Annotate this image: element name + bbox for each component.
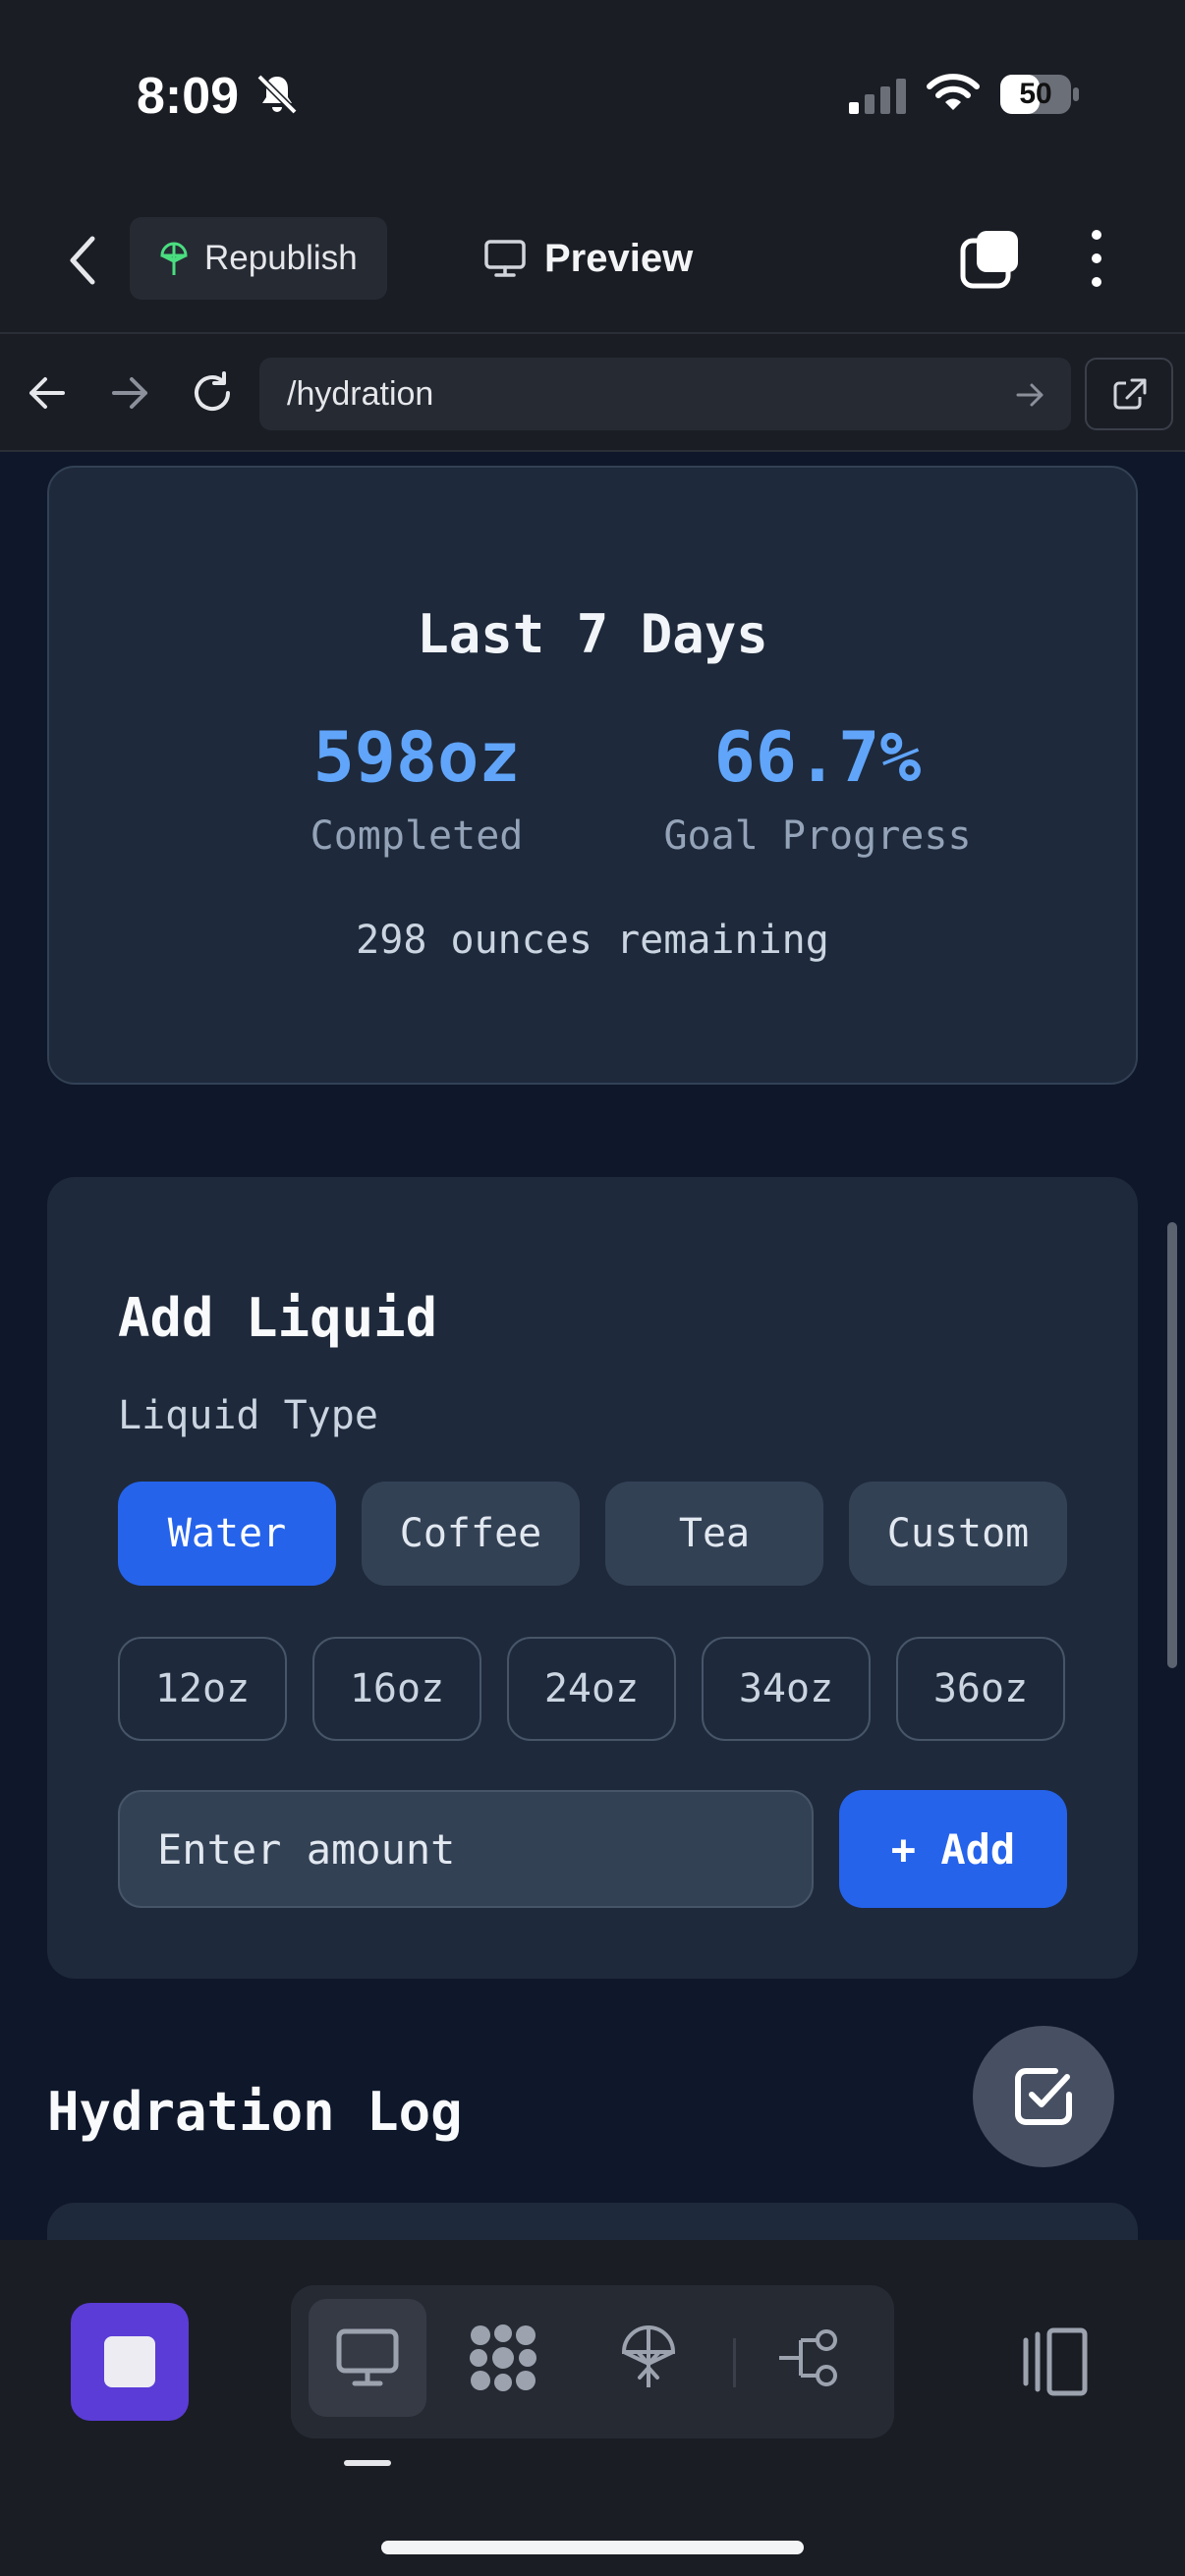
goal-progress-label: Goal Progress (663, 813, 972, 859)
size-34oz-button[interactable]: 34oz (702, 1637, 871, 1741)
back-arrow-icon[interactable] (20, 364, 75, 422)
stop-button[interactable] (71, 2303, 189, 2421)
status-time: 8:09 (137, 68, 240, 125)
monitor-icon (336, 2328, 399, 2386)
hydration-log-title: Hydration Log (47, 2081, 463, 2143)
republish-button[interactable]: Republish (130, 217, 387, 300)
monitor-icon (484, 240, 526, 277)
add-button[interactable]: + Add (839, 1790, 1067, 1908)
type-custom-button[interactable]: Custom (849, 1482, 1067, 1586)
add-liquid-card: Add Liquid Liquid Type Water Coffee Tea … (47, 1177, 1138, 1979)
side-panel-icon[interactable] (1012, 2321, 1095, 2403)
remaining-text: 298 ounces remaining (356, 918, 829, 963)
completed-value: 598oz (312, 717, 521, 798)
open-external-icon (1113, 378, 1147, 410)
back-chevron-icon[interactable] (61, 231, 104, 290)
tabs-icon[interactable] (959, 227, 1022, 290)
liquid-type-label: Liquid Type (118, 1393, 378, 1438)
add-liquid-title: Add Liquid (118, 1287, 438, 1349)
type-coffee-button[interactable]: Coffee (362, 1482, 580, 1586)
bottom-dock (0, 2240, 1185, 2576)
bell-slash-icon (256, 74, 298, 115)
url-text: /hydration (287, 374, 434, 413)
size-16oz-button[interactable]: 16oz (312, 1637, 481, 1741)
type-tea-button[interactable]: Tea (605, 1482, 823, 1586)
dock-workspace-tab[interactable] (444, 2299, 562, 2417)
browser-bar: /hydration (0, 334, 1185, 452)
completed-label: Completed (310, 813, 524, 859)
active-tab-indicator (344, 2460, 391, 2466)
battery-icon: 50 (998, 73, 1081, 116)
dock-divider (733, 2338, 736, 2387)
page-viewport[interactable]: Last 7 Days 598oz Completed 66.7% Goal P… (0, 454, 1185, 2240)
stats-title: Last 7 Days (417, 603, 768, 665)
size-12oz-button[interactable]: 12oz (118, 1637, 287, 1741)
forward-arrow-icon[interactable] (102, 364, 157, 422)
deploy-icon (621, 2325, 676, 2387)
status-bar: 8:09 50 (0, 0, 1185, 192)
type-water-button[interactable]: Water (118, 1482, 336, 1586)
republish-label: Republish (204, 239, 358, 277)
checkbox-icon (1015, 2068, 1072, 2125)
open-external-button[interactable] (1085, 358, 1173, 430)
amount-input[interactable] (118, 1790, 814, 1908)
size-36oz-button[interactable]: 36oz (896, 1637, 1065, 1741)
dock-tab-group (291, 2285, 894, 2438)
url-field[interactable]: /hydration (259, 358, 1071, 430)
battery-level: 50 (1019, 78, 1052, 110)
scrollbar[interactable] (1167, 1222, 1177, 1668)
hydration-log-card (47, 2203, 1138, 2240)
cellular-signal-icon (849, 79, 906, 114)
reload-icon[interactable] (185, 364, 240, 422)
app-toolbar: Republish Preview (0, 192, 1185, 334)
dock-deploy-tab[interactable] (590, 2299, 707, 2417)
branch-icon (779, 2329, 837, 2386)
dock-preview-tab[interactable] (309, 2299, 426, 2417)
checklist-fab[interactable] (973, 2026, 1114, 2167)
kebab-menu-icon[interactable] (1077, 227, 1116, 290)
go-arrow-icon[interactable] (1010, 375, 1049, 415)
wifi-icon (927, 74, 980, 110)
goal-progress-value: 66.7% (713, 717, 922, 798)
workspace-dots-icon (470, 2324, 536, 2391)
stop-icon (104, 2336, 155, 2387)
size-24oz-button[interactable]: 24oz (507, 1637, 676, 1741)
dock-branch-tab[interactable] (751, 2299, 869, 2417)
weekly-stats-card: Last 7 Days 598oz Completed 66.7% Goal P… (47, 466, 1138, 1085)
preview-label: Preview (544, 236, 694, 280)
republish-icon (160, 242, 188, 275)
home-indicator[interactable] (381, 2541, 804, 2554)
preview-button[interactable]: Preview (483, 217, 693, 300)
